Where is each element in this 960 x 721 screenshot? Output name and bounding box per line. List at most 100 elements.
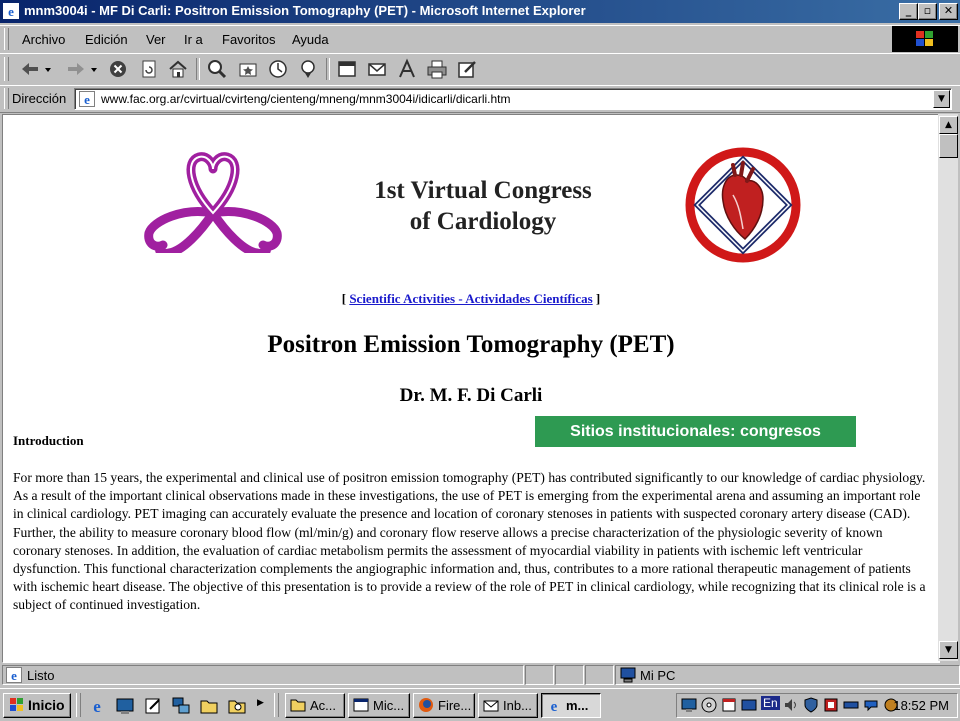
scroll-down-button[interactable]: ▼	[939, 641, 958, 659]
task-label: Inb...	[503, 698, 532, 713]
security-zone-panel: Mi PC	[615, 665, 960, 685]
start-button[interactable]: Inicio	[3, 693, 71, 718]
menu-favoritos[interactable]: Favoritos	[222, 32, 275, 47]
introduction-heading: Introduction	[13, 433, 84, 448]
search-icon[interactable]	[206, 58, 228, 80]
task-inbox[interactable]: Inb...	[478, 693, 538, 718]
heart-emblem-logo	[685, 147, 801, 263]
author-name: Dr. M. F. Di Carli	[399, 385, 543, 406]
menu-ir-a[interactable]: Ir a	[184, 32, 203, 47]
address-input[interactable]: e www.fac.org.ar/cvirtual/cvirteng/cient…	[74, 88, 952, 110]
page-done-icon: e	[6, 667, 22, 683]
task-firefox[interactable]: Fire...	[413, 693, 475, 718]
monitor-tray-icon[interactable]	[681, 697, 697, 713]
ie-logo-icon: e	[3, 3, 19, 19]
institutional-sites-banner: Sitios institucionales: congresos	[535, 416, 856, 447]
windows-flag-icon	[916, 31, 933, 46]
edit-icon[interactable]	[456, 58, 478, 80]
ie-quicklaunch-icon[interactable]: e	[88, 697, 106, 715]
status-message-panel: e Listo	[2, 665, 524, 685]
task-acrobat[interactable]: Ac...	[285, 693, 345, 718]
standard-toolbar	[0, 53, 960, 86]
title-bar[interactable]: e mnm3004i - MF Di Carli: Positron Emiss…	[0, 0, 960, 23]
page-title: Positron Emission Tomography (PET)	[267, 331, 675, 358]
cd-tray-icon[interactable]	[701, 697, 717, 713]
scroll-up-button[interactable]: ▲	[939, 116, 958, 134]
ie-logo-icon: e	[551, 699, 558, 713]
nav-bracket-close: ]	[592, 291, 601, 306]
page-viewport[interactable]: 1st Virtual Congress of Cardiology [ Sci…	[2, 114, 940, 663]
toolbar-separator	[196, 58, 200, 80]
shield-tray-icon[interactable]	[803, 697, 819, 713]
messenger-tray-icon[interactable]	[863, 697, 879, 713]
language-indicator[interactable]: En	[761, 696, 780, 710]
history-icon[interactable]	[267, 58, 289, 80]
introduction-paragraph: For more than 15 years, the experimental…	[13, 470, 926, 613]
menu-bar: Archivo Edición Ver Ir a Favoritos Ayuda	[0, 25, 960, 54]
forward-arrow-icon[interactable]	[64, 58, 100, 80]
svg-text:e: e	[93, 697, 101, 715]
notepad-icon[interactable]	[144, 697, 162, 715]
network-tray-icon[interactable]	[741, 697, 757, 713]
channels-icon[interactable]	[297, 58, 319, 80]
close-button[interactable]: ✕	[939, 3, 958, 20]
system-tray: En 18:52 PM	[676, 693, 958, 718]
svg-text:e: e	[84, 92, 90, 107]
favorites-icon[interactable]	[237, 58, 259, 80]
stop-icon[interactable]	[107, 58, 129, 80]
back-arrow-icon[interactable]	[18, 58, 54, 80]
scroll-thumb[interactable]	[939, 134, 958, 158]
address-bar: Dirección e www.fac.org.ar/cvirtual/cvir…	[0, 85, 960, 113]
status-text: Listo	[27, 668, 55, 683]
congress-line-2: of Cardiology	[409, 208, 557, 235]
menu-edicion[interactable]: Edición	[85, 32, 128, 47]
minimize-button[interactable]: _	[899, 3, 918, 20]
mail-client-icon	[483, 700, 499, 712]
status-panel	[555, 665, 584, 685]
home-icon[interactable]	[167, 58, 189, 80]
scheduler-tray-icon[interactable]	[721, 697, 737, 713]
vertical-scrollbar[interactable]: ▲ ▼	[938, 114, 958, 661]
font-size-icon[interactable]	[396, 58, 418, 80]
task-ie-active[interactable]: e m...	[541, 693, 601, 718]
firefox-icon	[419, 698, 433, 712]
start-label: Inicio	[28, 697, 65, 713]
refresh-icon[interactable]	[138, 58, 160, 80]
explorer-search-icon[interactable]	[228, 697, 246, 715]
status-panel	[585, 665, 614, 685]
network-icon[interactable]	[172, 697, 190, 715]
address-url: www.fac.org.ar/cvirtual/cvirteng/cienten…	[101, 92, 511, 106]
task-microsoft[interactable]: Mic...	[348, 693, 410, 718]
zone-text: Mi PC	[640, 668, 676, 683]
status-panel	[525, 665, 554, 685]
menu-ver[interactable]: Ver	[146, 32, 166, 47]
address-dropdown-button[interactable]: ▼	[933, 90, 950, 108]
congress-line-1: 1st Virtual Congress	[374, 177, 592, 204]
antivirus-tray-icon[interactable]	[823, 697, 839, 713]
taskbar-grip	[76, 693, 81, 717]
menu-archivo[interactable]: Archivo	[22, 32, 65, 47]
page-icon: e	[79, 91, 95, 107]
toolbar-grip[interactable]	[4, 88, 9, 109]
my-computer-icon	[620, 667, 636, 683]
window-title: mnm3004i - MF Di Carli: Positron Emissio…	[24, 3, 586, 18]
print-icon[interactable]	[426, 58, 448, 80]
desktop-icon[interactable]	[116, 697, 134, 715]
fullscreen-icon[interactable]	[336, 58, 358, 80]
folder-icon[interactable]	[200, 697, 218, 715]
svg-text:e: e	[11, 668, 17, 683]
display-tray-icon[interactable]	[843, 697, 859, 713]
status-bar: e Listo Mi PC	[0, 663, 960, 685]
volume-icon[interactable]	[783, 697, 799, 713]
quicklaunch-more-icon[interactable]: ▶	[257, 698, 264, 708]
toolbar-grip[interactable]	[4, 57, 9, 81]
nav-links: [ Scientific Activities - Actividades Ci…	[3, 291, 939, 307]
menu-ayuda[interactable]: Ayuda	[292, 32, 329, 47]
clock[interactable]: 18:52 PM	[893, 698, 949, 713]
scientific-activities-link[interactable]: Scientific Activities - Actividades Cien…	[349, 291, 592, 306]
svg-text:e: e	[551, 699, 558, 713]
maximize-button[interactable]: ▫	[918, 3, 937, 20]
mail-icon[interactable]	[366, 58, 388, 80]
toolbar-grip[interactable]	[4, 28, 9, 50]
folder-icon	[290, 699, 306, 712]
